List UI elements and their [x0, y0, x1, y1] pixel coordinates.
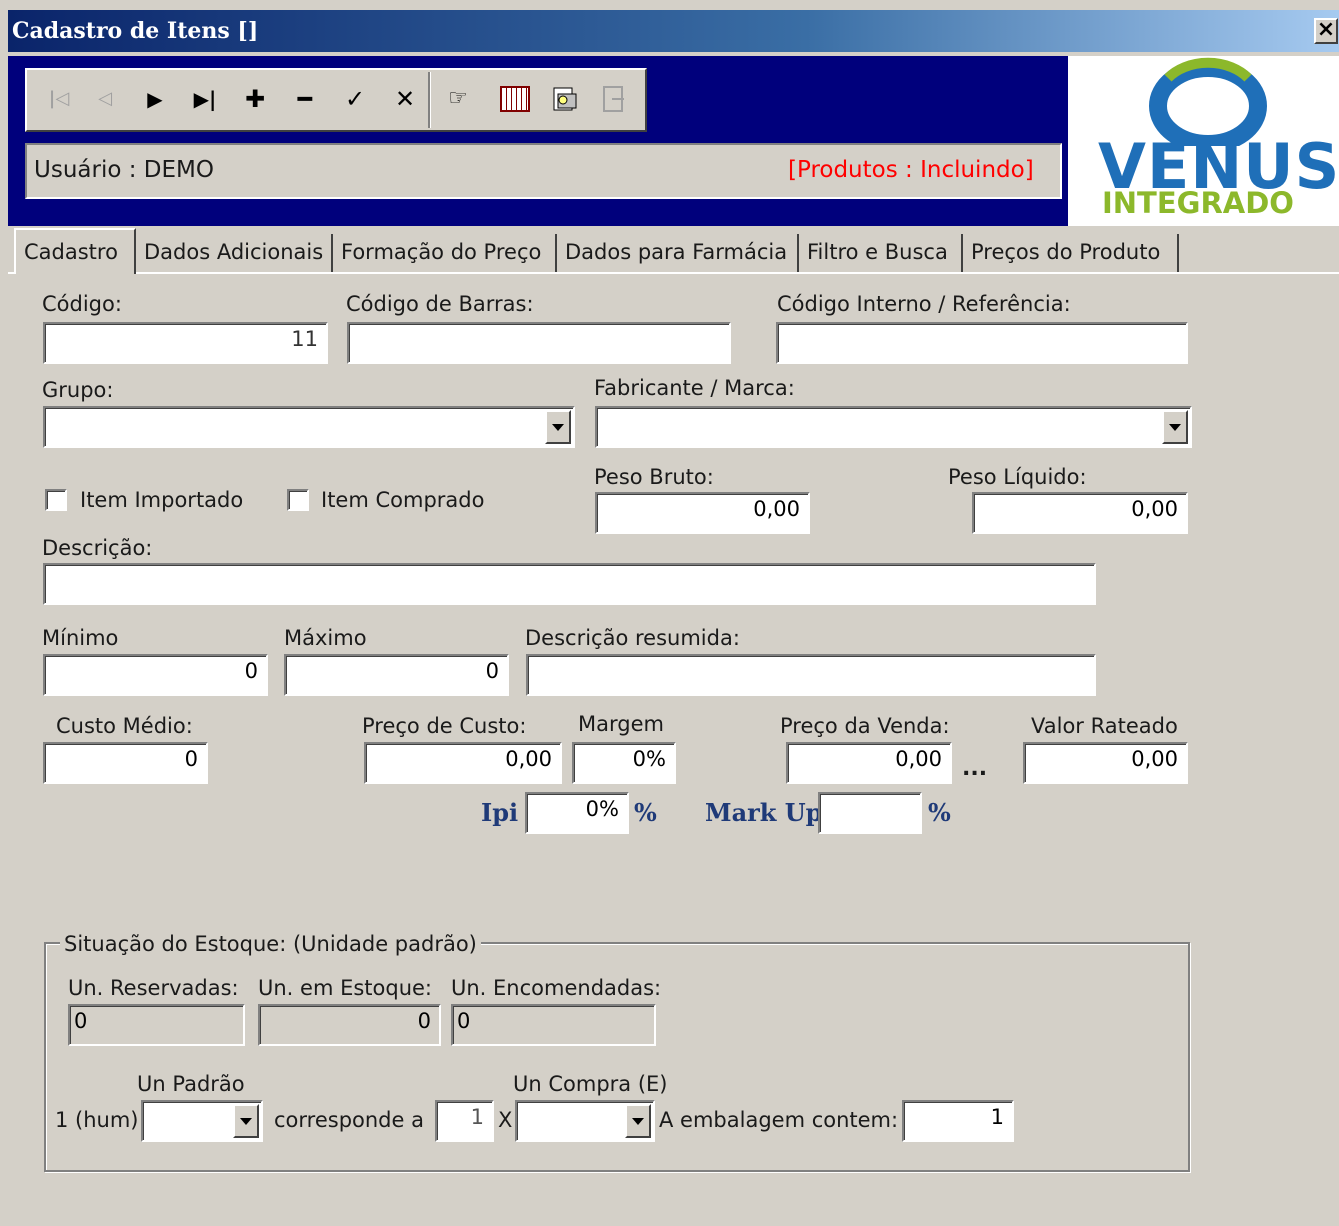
status-mode: [Produtos : Incluindo] — [788, 157, 1034, 183]
hum-label: 1 (hum) — [55, 1108, 139, 1132]
maximo-label: Máximo — [284, 626, 367, 650]
valor-rateado-field[interactable]: 0,00 — [1023, 742, 1188, 784]
chevron-down-icon[interactable] — [233, 1104, 259, 1138]
tab-filtro-busca[interactable]: Filtro e Busca — [799, 234, 963, 272]
encomendadas-label: Un. Encomendadas: — [451, 976, 662, 1000]
minimo-label: Mínimo — [42, 626, 119, 650]
close-button[interactable]: × — [1314, 18, 1338, 44]
estoque-legend: Situação do Estoque: (Unidade padrão) — [60, 932, 481, 956]
peso-bruto-field[interactable]: 0,00 — [595, 492, 810, 534]
em-estoque-label: Un. em Estoque: — [258, 976, 433, 1000]
tab-precos-produto[interactable]: Preços do Produto — [963, 234, 1179, 272]
cancel-icon[interactable]: ✕ — [390, 82, 420, 116]
corresponde-field[interactable]: 1 — [435, 1100, 494, 1142]
status-user: Usuário : DEMO — [34, 157, 214, 183]
descricao-field[interactable] — [43, 563, 1096, 605]
fabricante-label: Fabricante / Marca: — [594, 376, 795, 400]
codigo-field[interactable]: 11 — [43, 322, 328, 364]
corresponde-label: corresponde a — [274, 1108, 424, 1132]
minimo-field[interactable]: 0 — [43, 654, 268, 696]
tab-formacao-preco[interactable]: Formação do Preço — [333, 234, 557, 272]
item-importado-checkbox[interactable] — [45, 489, 67, 511]
last-record-icon[interactable]: ▶| — [190, 82, 220, 116]
logo-integrado: INTEGRADO — [1102, 186, 1294, 220]
custo-medio-field[interactable]: 0 — [43, 742, 208, 784]
un-compra-label: Un Compra (E) — [513, 1072, 668, 1096]
margem-label: Margem — [578, 712, 664, 736]
markup-field[interactable] — [818, 792, 922, 834]
preco-venda-field[interactable]: 0,00 — [786, 742, 952, 784]
codigo-interno-label: Código Interno / Referência: — [777, 292, 1071, 316]
peso-bruto-label: Peso Bruto: — [594, 465, 714, 489]
exit-icon[interactable] — [598, 84, 628, 114]
first-record-icon[interactable]: |◁ — [44, 82, 74, 116]
item-comprado-checkbox[interactable] — [287, 489, 309, 511]
un-padrao-label: Un Padrão — [137, 1072, 245, 1096]
next-record-icon[interactable]: ▶ — [140, 82, 170, 116]
preco-custo-field[interactable]: 0,00 — [364, 742, 562, 784]
reservadas-label: Un. Reservadas: — [68, 976, 239, 1000]
encomendadas-field: 0 — [451, 1004, 656, 1046]
tab-dados-farmacia[interactable]: Dados para Farmácia — [557, 234, 799, 272]
logo: VENUS INTEGRADO — [1068, 56, 1339, 226]
embalagem-field[interactable]: 1 — [902, 1100, 1014, 1142]
ipi-field[interactable]: 0% — [525, 792, 629, 834]
tab-cadastro[interactable]: Cadastro — [14, 228, 136, 274]
valor-rateado-label: Valor Rateado — [1031, 714, 1178, 738]
chevron-down-icon[interactable] — [625, 1104, 651, 1138]
toolbar-divider — [428, 72, 431, 128]
markup-label: Mark Up — [705, 798, 823, 827]
title-bar: Cadastro de Itens [] — [8, 10, 1339, 52]
codigo-interno-field[interactable] — [776, 322, 1188, 364]
codigo-label: Código: — [42, 292, 122, 316]
descricao-label: Descrição: — [42, 536, 153, 560]
pointer-hand-icon[interactable]: ☞ — [443, 82, 473, 116]
peso-liquido-label: Peso Líquido: — [948, 465, 1087, 489]
preco-custo-label: Preço de Custo: — [362, 714, 527, 738]
tab-dados-adicionais[interactable]: Dados Adicionais — [136, 234, 333, 272]
x-label: X — [498, 1108, 513, 1132]
window-title: Cadastro de Itens [] — [12, 18, 259, 44]
maximo-field[interactable]: 0 — [284, 654, 509, 696]
grupo-label: Grupo: — [42, 378, 114, 402]
margem-field[interactable]: 0% — [572, 742, 676, 784]
custo-medio-label: Custo Médio: — [56, 714, 193, 738]
descricao-resumida-label: Descrição resumida: — [525, 626, 740, 650]
reservadas-field: 0 — [68, 1004, 245, 1046]
un-padrao-select[interactable] — [141, 1100, 263, 1142]
close-icon: × — [1316, 17, 1336, 42]
ellipsis-button[interactable]: ... — [962, 756, 987, 781]
tab-strip-line — [8, 272, 1339, 274]
codigo-barras-label: Código de Barras: — [346, 292, 534, 316]
descricao-resumida-field[interactable] — [526, 654, 1096, 696]
item-comprado-label: Item Comprado — [321, 488, 485, 512]
preco-venda-label: Preço da Venda: — [780, 714, 950, 738]
item-importado-label: Item Importado — [80, 488, 244, 512]
embalagem-label: A embalagem contem: — [659, 1108, 899, 1132]
prev-record-icon[interactable]: ◁ — [90, 82, 120, 116]
calendar-grid-icon[interactable] — [500, 86, 530, 112]
em-estoque-field: 0 — [258, 1004, 441, 1046]
print-preview-icon[interactable] — [550, 84, 580, 114]
confirm-icon[interactable]: ✓ — [340, 82, 370, 116]
add-icon[interactable]: ✚ — [240, 82, 270, 116]
fabricante-select[interactable] — [595, 406, 1192, 448]
ipi-percent-label: % — [634, 798, 657, 827]
ipi-label: Ipi — [481, 798, 519, 827]
codigo-barras-field[interactable] — [347, 322, 731, 364]
peso-liquido-field[interactable]: 0,00 — [972, 492, 1188, 534]
un-compra-select[interactable] — [515, 1100, 655, 1142]
chevron-down-icon[interactable] — [545, 410, 571, 444]
chevron-down-icon[interactable] — [1162, 410, 1188, 444]
grupo-select[interactable] — [43, 406, 575, 448]
remove-icon[interactable]: ━ — [290, 82, 320, 116]
markup-percent-label: % — [928, 798, 951, 827]
